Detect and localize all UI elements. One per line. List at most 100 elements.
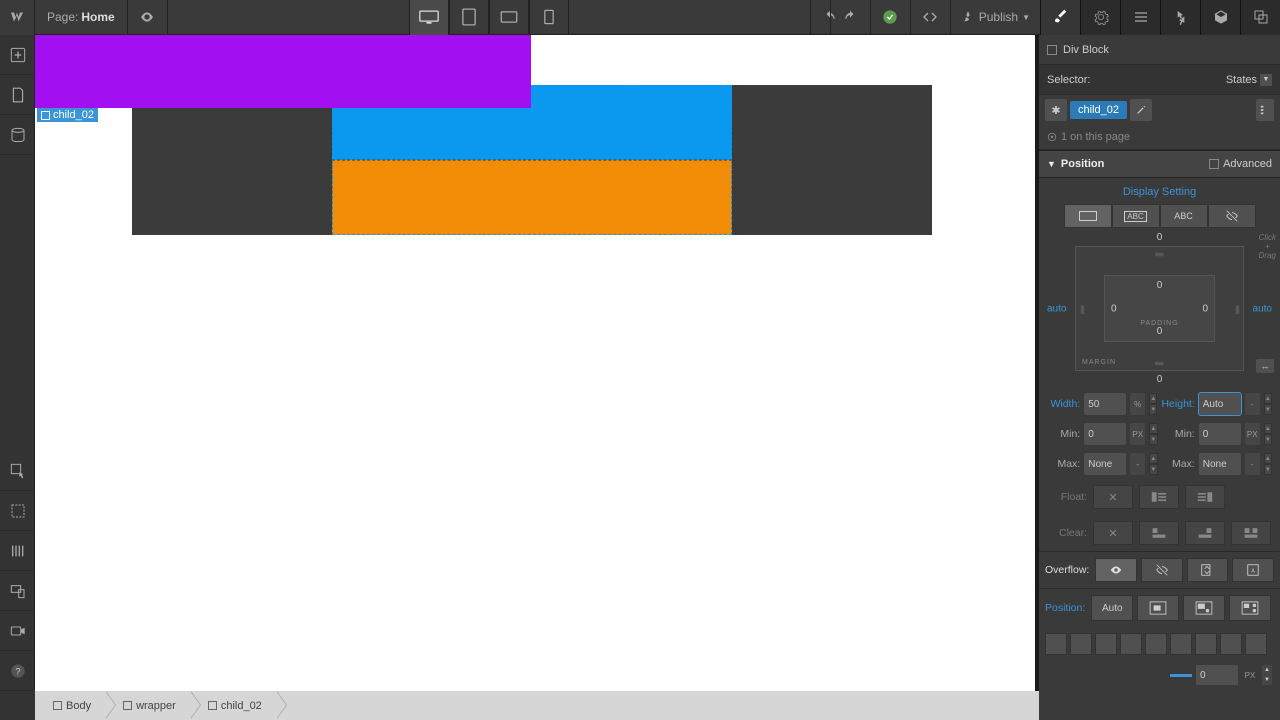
- display-setting-link[interactable]: Display Setting: [1039, 178, 1280, 204]
- selector-class-tag[interactable]: child_02: [1070, 101, 1127, 119]
- cms-button[interactable]: [0, 115, 35, 155]
- export-panel-tab[interactable]: [1240, 0, 1280, 35]
- states-dropdown[interactable]: ▼: [1260, 74, 1272, 86]
- display-inline-block[interactable]: ABC: [1112, 204, 1160, 228]
- clear-left[interactable]: [1139, 521, 1179, 545]
- video-tool[interactable]: [0, 611, 35, 651]
- margin-left-value[interactable]: auto: [1047, 303, 1066, 314]
- preview-button[interactable]: [128, 0, 168, 35]
- min-height-unit[interactable]: PX: [1245, 423, 1260, 445]
- breadcrumb-body[interactable]: Body: [35, 691, 105, 720]
- padding-top-value[interactable]: 0: [1157, 280, 1163, 291]
- interactions-panel-tab[interactable]: [1160, 0, 1200, 35]
- help-button[interactable]: ?: [0, 651, 35, 691]
- box-model-expand[interactable]: ↔: [1256, 359, 1274, 373]
- guides-tool[interactable]: [0, 531, 35, 571]
- anchor-l[interactable]: [1145, 633, 1167, 655]
- canvas-purple-element[interactable]: [35, 35, 531, 108]
- clear-both[interactable]: [1231, 521, 1271, 545]
- height-stepper[interactable]: ▲▼: [1264, 393, 1272, 415]
- padding-bottom-value[interactable]: 0: [1157, 326, 1163, 337]
- margin-bottom-value[interactable]: 0: [1157, 374, 1163, 385]
- max-height-stepper[interactable]: ▲▼: [1264, 453, 1272, 475]
- code-button[interactable]: [910, 0, 950, 35]
- anchor-tl[interactable]: [1045, 633, 1067, 655]
- padding-right-value[interactable]: 0: [1202, 303, 1208, 314]
- breadcrumb-wrapper[interactable]: wrapper: [105, 691, 190, 720]
- publish-button[interactable]: Publish ▼: [950, 0, 1040, 35]
- min-width-unit[interactable]: PX: [1130, 423, 1145, 445]
- pages-button[interactable]: [0, 75, 35, 115]
- overflow-hidden[interactable]: [1141, 558, 1183, 582]
- min-width-input[interactable]: [1084, 423, 1126, 445]
- position-relative[interactable]: [1137, 595, 1179, 621]
- canvas[interactable]: child_02: [35, 35, 1035, 691]
- padding-box[interactable]: 0 0 0 0 PADDING: [1104, 275, 1215, 342]
- device-tablet-landscape[interactable]: [489, 0, 529, 35]
- advanced-toggle[interactable]: Advanced: [1209, 158, 1272, 170]
- redo-button[interactable]: [830, 0, 870, 35]
- assets-panel-tab[interactable]: [1200, 0, 1240, 35]
- z-index-input[interactable]: [1196, 665, 1238, 685]
- position-auto[interactable]: Auto: [1091, 595, 1133, 621]
- logo-button[interactable]: [0, 0, 35, 35]
- overflow-auto[interactable]: A: [1232, 558, 1274, 582]
- clear-right[interactable]: [1185, 521, 1225, 545]
- page-selector[interactable]: Page: Home: [35, 0, 128, 35]
- padding-left-value[interactable]: 0: [1111, 303, 1117, 314]
- width-stepper[interactable]: ▲▼: [1149, 393, 1157, 415]
- add-element-button[interactable]: [0, 35, 35, 75]
- anchor-c[interactable]: [1170, 633, 1192, 655]
- style-panel-tab[interactable]: [1040, 0, 1080, 35]
- min-height-stepper[interactable]: ▲▼: [1264, 423, 1272, 445]
- selection-label[interactable]: child_02: [37, 108, 98, 122]
- margin-right-value[interactable]: auto: [1253, 303, 1272, 314]
- float-left[interactable]: [1139, 485, 1179, 509]
- status-button[interactable]: [870, 0, 910, 35]
- height-unit[interactable]: -: [1245, 393, 1260, 415]
- max-width-stepper[interactable]: ▲▼: [1149, 453, 1157, 475]
- breadcrumb-child[interactable]: child_02: [190, 691, 276, 720]
- float-right[interactable]: [1185, 485, 1225, 509]
- float-none[interactable]: ✕: [1093, 485, 1133, 509]
- device-phone[interactable]: [529, 0, 569, 35]
- marquee-tool[interactable]: [0, 491, 35, 531]
- anchor-t[interactable]: [1220, 633, 1242, 655]
- anchor-br[interactable]: [1120, 633, 1142, 655]
- clear-none[interactable]: ✕: [1093, 521, 1133, 545]
- device-desktop[interactable]: [409, 0, 449, 35]
- display-inline[interactable]: ABC: [1160, 204, 1208, 228]
- canvas-child-03[interactable]: [332, 160, 732, 235]
- z-stepper[interactable]: ▲▼: [1262, 665, 1272, 685]
- overflow-visible[interactable]: [1095, 558, 1137, 582]
- display-block[interactable]: [1064, 204, 1112, 228]
- position-absolute[interactable]: [1183, 595, 1225, 621]
- max-height-unit[interactable]: -: [1245, 453, 1260, 475]
- settings-panel-tab[interactable]: [1080, 0, 1120, 35]
- selector-menu-button[interactable]: [1256, 99, 1274, 121]
- max-height-input[interactable]: [1199, 453, 1241, 475]
- position-fixed[interactable]: [1229, 595, 1271, 621]
- anchor-r[interactable]: [1195, 633, 1217, 655]
- width-input[interactable]: [1084, 393, 1126, 415]
- margin-box[interactable]: ||| ||| ||| ||| MARGIN 0 0 0 0 PADDING: [1075, 246, 1244, 371]
- select-tool[interactable]: [0, 451, 35, 491]
- navigator-panel-tab[interactable]: [1120, 0, 1160, 35]
- width-unit[interactable]: %: [1130, 393, 1145, 415]
- max-width-input[interactable]: [1084, 453, 1126, 475]
- responsive-tool[interactable]: [0, 571, 35, 611]
- margin-top-value[interactable]: 0: [1157, 232, 1163, 243]
- selector-edit-button[interactable]: [1130, 99, 1152, 121]
- max-width-unit[interactable]: -: [1130, 453, 1145, 475]
- selector-all-button[interactable]: ✱: [1045, 99, 1067, 121]
- position-section-header[interactable]: ▼Position Advanced: [1039, 150, 1280, 178]
- min-width-stepper[interactable]: ▲▼: [1149, 423, 1157, 445]
- anchor-tr[interactable]: [1070, 633, 1092, 655]
- anchor-bl[interactable]: [1095, 633, 1117, 655]
- anchor-b[interactable]: [1245, 633, 1267, 655]
- overflow-scroll[interactable]: [1187, 558, 1229, 582]
- device-tablet[interactable]: [449, 0, 489, 35]
- height-input[interactable]: [1199, 393, 1241, 415]
- min-height-input[interactable]: [1199, 423, 1241, 445]
- display-none[interactable]: [1208, 204, 1256, 228]
